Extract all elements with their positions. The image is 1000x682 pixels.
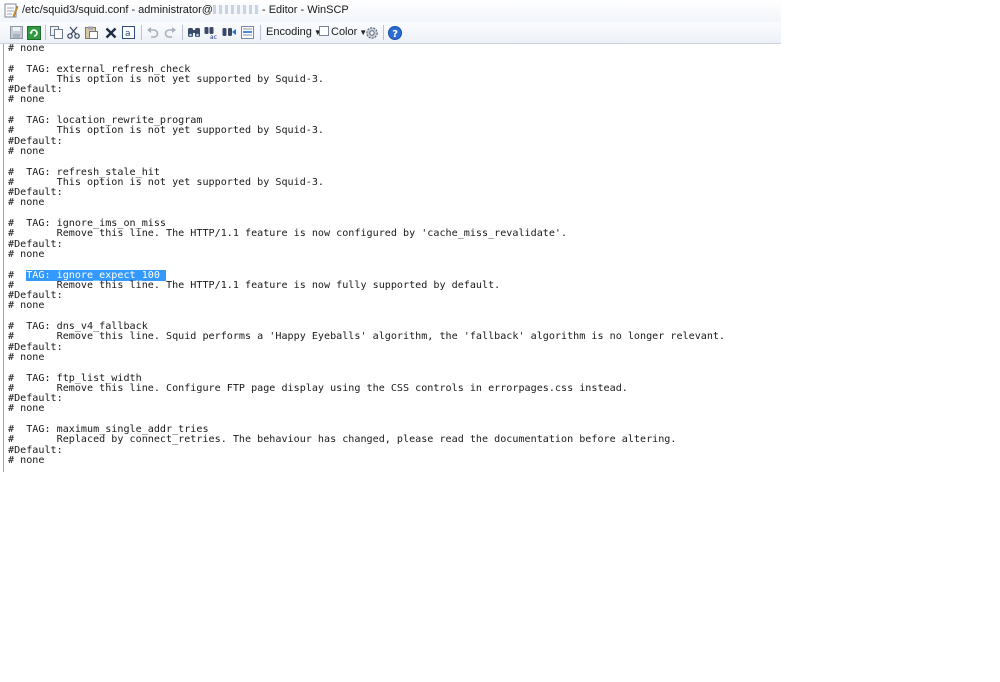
editor-line[interactable]: # Replaced by connect_retries. The behav… [8,434,725,445]
editor-line[interactable]: # none [8,44,725,54]
masked-hostname [212,5,259,14]
replace-button[interactable]: ac [203,24,220,41]
editor-line[interactable]: # Remove this line. Squid performs a 'Ha… [8,332,725,343]
editor-line[interactable]: # none [8,95,725,106]
color-dropdown[interactable]: Color ▼ [319,26,367,38]
editor-line[interactable]: # none [8,301,725,312]
paste-icon [85,26,98,39]
undo-icon [147,27,159,38]
window-title-suffix: - Editor - WinSCP [258,4,349,16]
editor-line[interactable]: # Remove this line. The HTTP/1.1 feature… [8,229,725,240]
editor-line[interactable]: # none [8,455,725,466]
help-button[interactable]: ? [386,24,403,41]
toolbar: a ac Encoding ▼ Color ▼ ? [0,22,781,44]
paste-button[interactable] [83,24,100,41]
toolbar-separator [141,25,142,40]
goto-line-icon [241,26,254,39]
editor-line[interactable]: # This option is not yet supported by Sq… [8,74,725,85]
editor-line[interactable]: # none [8,352,725,363]
editor-line[interactable]: #Default: [8,187,725,198]
find-next-icon [222,28,236,36]
goto-line-button[interactable] [239,24,256,41]
select-all-button[interactable]: a [120,24,137,41]
editor-line[interactable]: #Default: [8,84,725,95]
replace-icon: ac [204,27,217,39]
redo-button[interactable] [162,24,179,41]
delete-icon [105,27,116,38]
editor-line[interactable]: # none [8,249,725,260]
copy-icon [50,26,63,39]
editor-line[interactable]: # Remove this line. The HTTP/1.1 feature… [8,280,725,291]
encoding-dropdown[interactable]: Encoding ▼ [266,26,322,38]
editor-line[interactable]: # Remove this line. Configure FTP page d… [8,383,725,394]
editor-line[interactable]: # none [8,146,725,157]
copy-button[interactable] [48,24,65,41]
settings-button[interactable] [363,24,380,41]
editor-line[interactable] [8,260,725,270]
text-editor[interactable]: # none # TAG: external_refresh_check # Thi… [0,44,781,472]
toolbar-separator [383,25,384,40]
select-all-icon: a [122,26,135,39]
window-title: /etc/squid3/squid.conf - administrator@ … [22,4,349,16]
reload-button[interactable] [25,24,42,41]
encoding-label: Encoding [266,26,312,38]
window-title-prefix: /etc/squid3/squid.conf - administrator@ [22,4,213,16]
editor-line[interactable]: # This option is not yet supported by Sq… [8,126,725,137]
find-icon [187,28,200,37]
editor-window: /etc/squid3/squid.conf - administrator@ … [0,0,781,472]
editor-line[interactable]: #Default: [8,393,725,404]
selected-text[interactable]: TAG: ignore_expect_100 [26,269,167,281]
editor-line[interactable]: #Default: [8,445,725,456]
toolbar-separator [182,25,183,40]
svg-text:a: a [125,29,131,39]
save-button[interactable] [8,24,25,41]
svg-text:ac: ac [210,34,217,39]
cut-button[interactable] [65,24,82,41]
editor-line[interactable]: # none [8,404,725,415]
svg-text:?: ? [392,29,398,40]
editor-text[interactable]: # none # TAG: external_refresh_check # Thi… [8,44,725,466]
delete-button[interactable] [102,24,119,41]
editor-app-icon [4,3,18,18]
editor-line[interactable]: #Default: [8,239,725,250]
editor-line[interactable]: # none [8,198,725,209]
editor-line[interactable]: # This option is not yet supported by Sq… [8,177,725,188]
redo-icon [164,27,176,38]
editor-line[interactable]: #Default: [8,342,725,353]
editor-line[interactable] [8,363,725,373]
toolbar-separator [45,25,46,40]
save-icon [10,26,23,39]
title-bar: /etc/squid3/squid.conf - administrator@ … [0,0,781,23]
color-label: Color [331,26,358,38]
toolbar-separator [260,25,261,40]
settings-icon [365,26,378,39]
editor-line[interactable]: #Default: [8,136,725,147]
color-checkbox[interactable] [319,26,329,36]
reload-icon [26,25,41,40]
undo-button[interactable] [144,24,161,41]
find-next-button[interactable] [221,24,238,41]
editor-line[interactable]: #Default: [8,290,725,301]
editor-left-border [3,44,4,472]
help-icon: ? [387,25,402,40]
cut-icon [67,26,80,39]
selection-prefix: # [8,269,27,281]
find-button[interactable] [185,24,202,41]
